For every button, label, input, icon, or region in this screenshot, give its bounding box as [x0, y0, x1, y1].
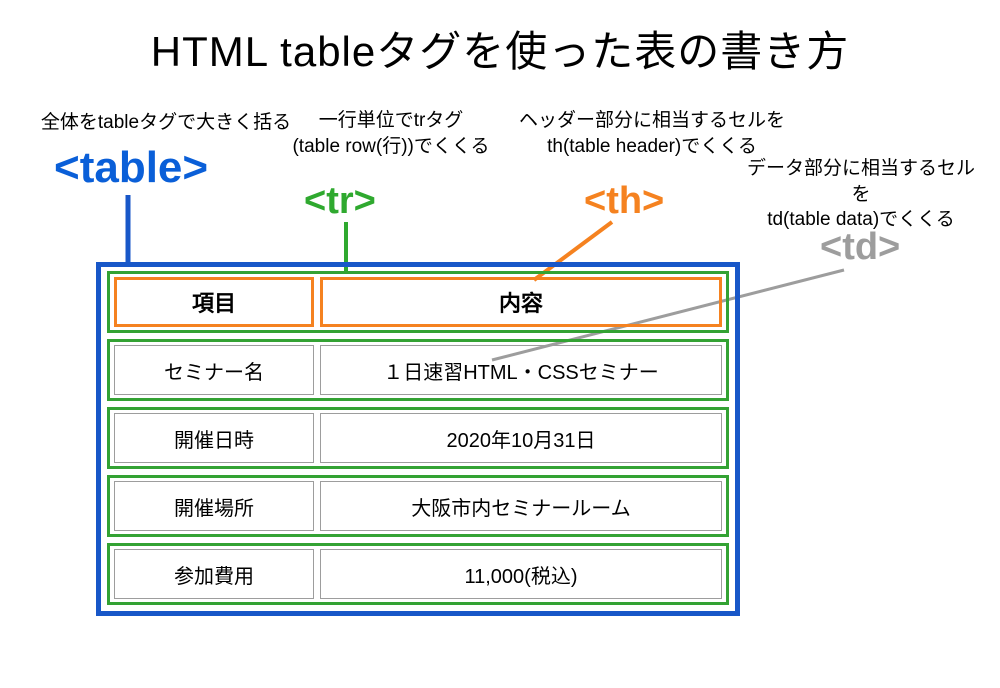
data-cell: 参加費用	[114, 549, 314, 599]
annotation-table: 全体をtableタグで大きく括る	[36, 110, 296, 136]
table-diagram: 項目 内容 セミナー名 １日速習HTML・CSSセミナー 開催日時 2020年1…	[96, 262, 740, 616]
data-cell: 開催日時	[114, 413, 314, 463]
header-cell-col2: 内容	[320, 277, 722, 327]
data-cell: 開催場所	[114, 481, 314, 531]
annotation-tr-line2: (table row(行))でくくる	[292, 136, 489, 157]
tag-label-table: <table>	[54, 143, 208, 193]
annotation-tr: 一行単位でtrタグ (table row(行))でくくる	[276, 108, 506, 159]
table-row: 開催日時 2020年10月31日	[107, 407, 729, 469]
table-row: セミナー名 １日速習HTML・CSSセミナー	[107, 339, 729, 401]
data-cell: 2020年10月31日	[320, 413, 722, 463]
data-cell: １日速習HTML・CSSセミナー	[320, 345, 722, 395]
tag-label-th: <th>	[584, 180, 664, 223]
annotation-th-line2: th(table header)でくくる	[547, 136, 757, 157]
annotation-tr-line1: 一行単位でtrタグ	[319, 110, 464, 131]
header-cell-col1: 項目	[114, 277, 314, 327]
annotation-td-line1: データ部分に相当するセルを	[747, 158, 975, 205]
table-header-row: 項目 内容	[107, 271, 729, 333]
annotation-td: データ部分に相当するセルを td(table data)でくくる	[746, 156, 976, 233]
tag-label-tr: <tr>	[304, 180, 376, 223]
annotation-th: ヘッダー部分に相当するセルを th(table header)でくくる	[502, 108, 802, 159]
annotation-th-line1: ヘッダー部分に相当するセルを	[519, 110, 785, 131]
data-cell: 大阪市内セミナールーム	[320, 481, 722, 531]
table-row: 開催場所 大阪市内セミナールーム	[107, 475, 729, 537]
table-row: 参加費用 11,000(税込)	[107, 543, 729, 605]
tag-label-td: <td>	[820, 226, 900, 269]
data-cell: セミナー名	[114, 345, 314, 395]
data-cell: 11,000(税込)	[320, 549, 722, 599]
page-title: HTML tableタグを使った表の書き方	[0, 18, 1000, 79]
